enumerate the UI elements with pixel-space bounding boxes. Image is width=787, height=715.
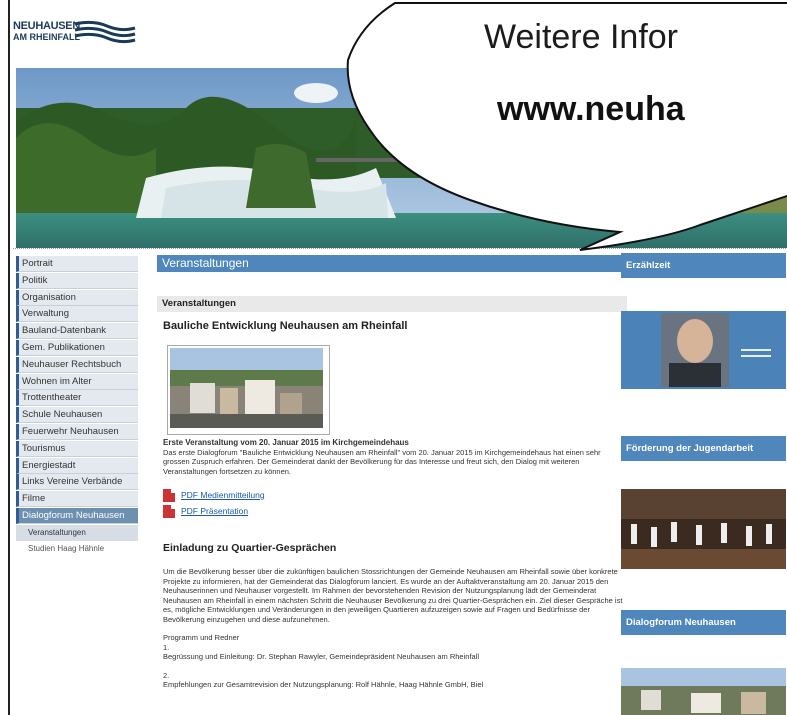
nav-item-trottentheater[interactable]: Trottentheater (16, 390, 138, 407)
event1-heading: Erste Veranstaltung vom 20. Januar 2015 … (163, 438, 409, 447)
invite-block: Um die Bevölkerung besser über die zukün… (163, 567, 623, 690)
pdf-icon (163, 505, 175, 518)
nav-item-organisation[interactable]: Organisation (16, 289, 138, 306)
program-2-number: 2. (163, 670, 170, 680)
nav-item-energiestadt[interactable]: Energiestadt (16, 457, 138, 474)
event1-block: Erste Veranstaltung vom 20. Januar 2015 … (163, 438, 623, 476)
pdf-medienmitteilung-link[interactable]: PDF Medienmitteilung (163, 489, 265, 503)
nav-item-verwaltung[interactable]: Verwaltung (16, 306, 138, 323)
bubble-text-url: www.neuha (497, 90, 685, 128)
foerderung-header: Förderung der Jugendarbeit (621, 436, 786, 461)
dialogforum-box[interactable]: Dialogforum Neuhausen (621, 610, 786, 715)
event1-text: Das erste Dialogforum "Bauliche Entwickl… (163, 447, 601, 476)
foerderung-image (621, 489, 786, 569)
nav-item-filme[interactable]: Filme (16, 491, 138, 508)
pdf-praesentation-link[interactable]: PDF Präsentation (163, 505, 248, 519)
sidebar-nav: Portrait Politik Organisation Verwaltung… (16, 256, 138, 557)
article-title: Bauliche Entwicklung Neuhausen am Rheinf… (163, 320, 408, 332)
nav-item-feuerwehr[interactable]: Feuerwehr Neuhausen (16, 423, 138, 440)
nav-item-rechtsbuch[interactable]: Neuhauser Rechtsbuch (16, 356, 138, 373)
nav-item-tourismus[interactable]: Tourismus (16, 440, 138, 457)
nav-item-schule[interactable]: Schule Neuhausen (16, 407, 138, 424)
nav-item-publikationen[interactable]: Gem. Publikationen (16, 339, 138, 356)
nav-sub-studien[interactable]: Studien Haag Hähnle (16, 541, 138, 557)
nav-sub-veranstaltungen[interactable]: Veranstaltungen (16, 524, 138, 541)
program-2-text: Empfehlungen zur Gesamtrevision der Nutz… (163, 680, 484, 689)
nav-item-dialogforum[interactable]: Dialogforum Neuhausen (16, 507, 138, 524)
invite-title: Einladung zu Quartier-Gesprächen (163, 542, 337, 554)
nav-item-politik[interactable]: Politik (16, 272, 138, 289)
main-content: Veranstaltungen Veranstaltungen Bauliche… (157, 255, 627, 689)
article-photo (167, 345, 330, 435)
program-1-text: Begrüssung und Einleitung: Dr. Stephan R… (163, 652, 480, 661)
left-frame-line (8, 0, 10, 715)
program-label: Programm und Redner (163, 633, 240, 642)
pdf1-label: PDF Medienmitteilung (181, 489, 265, 500)
erzaehlzeit-image (621, 311, 786, 389)
invite-text: Um die Bevölkerung besser über die zukün… (163, 567, 623, 624)
dialogforum-image (621, 668, 786, 715)
bubble-text-info: Weitere Infor (484, 18, 679, 56)
nav-item-bauland-datenbank[interactable]: Bauland-Datenbank (16, 323, 138, 340)
program-1-number: 1. (163, 642, 170, 652)
nav-item-links-vereine[interactable]: Links Vereine Verbände (16, 474, 138, 491)
dialogforum-header: Dialogforum Neuhausen (621, 610, 786, 635)
foerderung-box[interactable]: Förderung der Jugendarbeit (621, 436, 786, 569)
pdf-icon (163, 489, 175, 502)
pdf2-label: PDF Präsentation (181, 505, 249, 516)
section-header: Veranstaltungen (157, 296, 627, 312)
nav-item-wohnen-im-alter[interactable]: Wohnen im Alter (16, 373, 138, 390)
